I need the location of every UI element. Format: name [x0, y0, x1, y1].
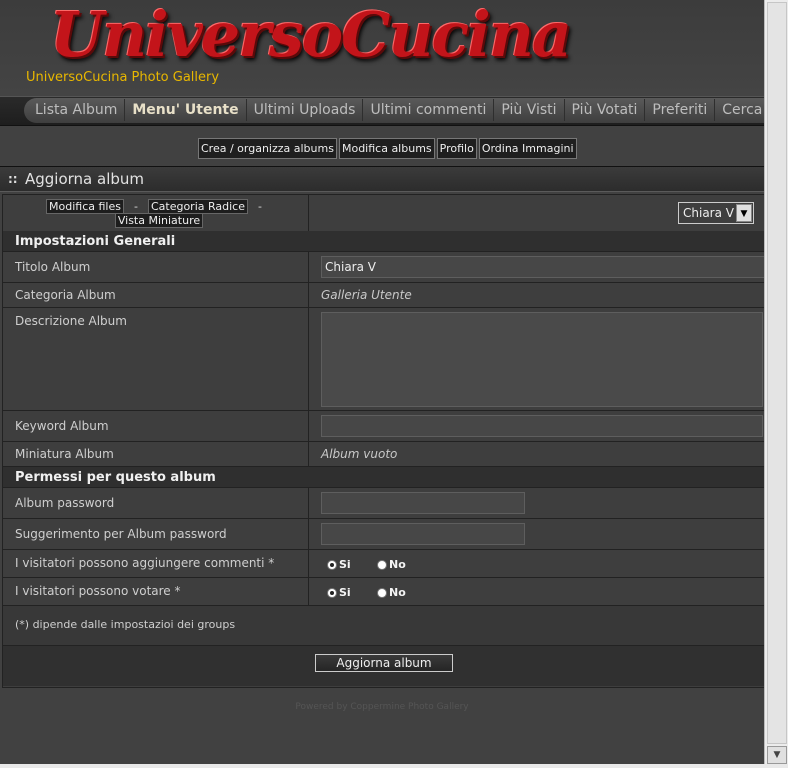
commenti-no-radio[interactable]: No: [377, 558, 406, 571]
section-header: :: Aggiorna album: [0, 166, 764, 192]
album-select[interactable]: Chiara V ▼: [678, 202, 754, 224]
album-password-input[interactable]: [321, 492, 525, 514]
page-scrollbar[interactable]: ▼: [764, 0, 788, 768]
row-password: Album password: [3, 488, 765, 519]
radio-empty-icon[interactable]: [377, 559, 387, 570]
section-title: Aggiorna album: [25, 170, 145, 188]
header: UniversoCucina UniversoCucina Photo Gall…: [0, 0, 764, 96]
main-nav: Lista Album Menu' Utente Ultimi Uploads …: [28, 96, 769, 124]
subnav-modifica-albums[interactable]: Modifica albums: [338, 138, 435, 159]
album-form: Modifica files - Categoria Radice - Vista M…: [2, 194, 766, 688]
row-descrizione: Descrizione Album: [3, 308, 765, 411]
aggiorna-album-button[interactable]: Aggiorna album: [315, 654, 453, 672]
nav-cerca[interactable]: Cerca: [715, 99, 769, 121]
group-header-permessi: Permessi per questo album: [3, 467, 765, 488]
powered-by-footer[interactable]: Powered by Coppermine Photo Gallery: [0, 702, 764, 712]
nav-lista-album[interactable]: Lista Album: [28, 99, 126, 121]
row-miniatura: Miniatura Album Album vuoto: [3, 442, 765, 467]
groups-note: (*) dipende dalle impostazioi dei groups: [15, 618, 236, 631]
row-votare: I visitatori possono votare * Si No: [3, 578, 765, 606]
chevron-down-icon[interactable]: ▼: [736, 204, 752, 222]
commenti-si-radio[interactable]: Si: [327, 558, 351, 571]
votare-no-radio[interactable]: No: [377, 586, 406, 599]
nav-piu-visti[interactable]: Più Visti: [494, 99, 565, 121]
row-note: (*) dipende dalle impostazioi dei groups: [3, 606, 765, 646]
row-hint: Suggerimento per Album password: [3, 519, 765, 550]
scrollbar-thumb[interactable]: [767, 2, 787, 744]
row-titolo: Titolo Album Chiara V: [3, 252, 766, 283]
nav-ultimi-commenti[interactable]: Ultimi commenti: [363, 99, 495, 121]
radio-selected-icon[interactable]: [327, 587, 337, 598]
site-subtitle: UniversoCucina Photo Gallery: [26, 70, 220, 85]
nav-piu-votati[interactable]: Più Votati: [565, 99, 646, 121]
page: UniversoCucina UniversoCucina Photo Gall…: [0, 0, 766, 768]
subnav-ordina-immagini[interactable]: Ordina Immagini: [478, 138, 577, 159]
nav-ultimi-uploads[interactable]: Ultimi Uploads: [247, 99, 364, 121]
keyword-input[interactable]: [321, 415, 763, 437]
descrizione-textarea[interactable]: [321, 312, 763, 407]
titolo-input[interactable]: Chiara V: [321, 256, 766, 278]
subnav-profilo[interactable]: Profilo: [436, 138, 477, 159]
radio-empty-icon[interactable]: [377, 587, 387, 598]
user-subnav: Crea / organizza albums Modifica albums …: [198, 138, 577, 159]
link-modifica-files[interactable]: Modifica files: [46, 199, 124, 214]
row-categoria: Categoria Album Galleria Utente: [3, 283, 765, 308]
row-submit: Aggiorna album: [3, 646, 765, 686]
site-logo[interactable]: UniversoCucina: [50, 0, 572, 71]
form-toolbar-row: Modifica files - Categoria Radice - Vista M…: [3, 195, 765, 232]
group-header-general: Impostazioni Generali: [3, 231, 765, 252]
scroll-down-icon[interactable]: ▼: [767, 746, 787, 764]
link-categoria-radice[interactable]: Categoria Radice: [147, 199, 248, 214]
grip-icon: ::: [8, 172, 18, 186]
horizontal-scrollbar[interactable]: [0, 764, 788, 768]
link-vista-miniature[interactable]: Vista Miniature: [114, 213, 204, 228]
radio-selected-icon[interactable]: [327, 559, 337, 570]
nav-preferiti[interactable]: Preferiti: [645, 99, 716, 121]
row-keyword: Keyword Album: [3, 411, 765, 442]
nav-menu-utente[interactable]: Menu' Utente: [125, 99, 247, 121]
password-hint-input[interactable]: [321, 523, 525, 545]
subnav-crea-organizza[interactable]: Crea / organizza albums: [198, 138, 337, 159]
votare-si-radio[interactable]: Si: [327, 586, 351, 599]
row-commenti: I visitatori possono aggiungere commenti…: [3, 550, 765, 578]
